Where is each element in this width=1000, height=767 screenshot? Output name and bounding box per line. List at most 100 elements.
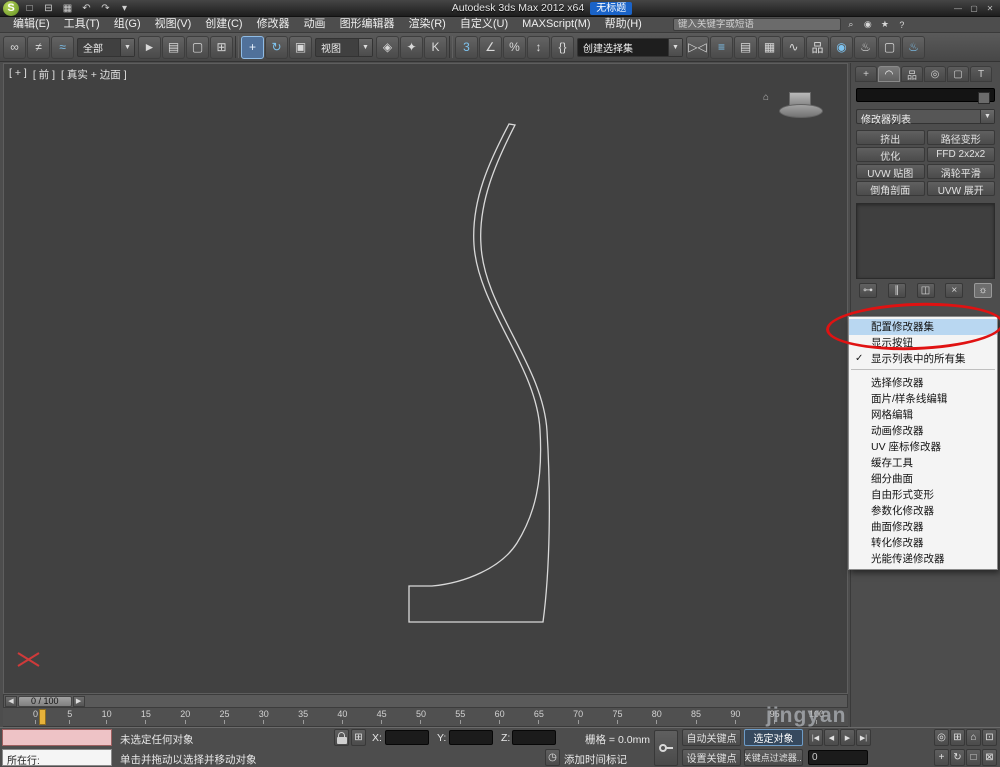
y-coordinate-field[interactable] [449, 730, 493, 745]
object-name-field[interactable] [856, 88, 995, 102]
absolute-relative-mode-icon[interactable]: ⊞ [351, 729, 366, 746]
redo-icon[interactable]: ↷ [97, 1, 114, 15]
context-menu-item[interactable]: 转化修改器 [849, 535, 997, 551]
context-menu-item[interactable]: 网格编辑 [849, 407, 997, 423]
context-menu-item[interactable]: 曲面修改器 [849, 519, 997, 535]
favorites-icon[interactable]: ★ [878, 18, 892, 31]
use-pivot-point-icon[interactable]: ◈ [376, 36, 399, 59]
prev-frame-icon[interactable]: ◀ [824, 729, 839, 746]
layer-manager-icon[interactable]: ▤ [734, 36, 757, 59]
time-slider-next-icon[interactable]: ▶ [73, 696, 85, 707]
viewport-pov-menu[interactable]: [ 前 ] [33, 67, 55, 82]
viewport-front[interactable]: [ + ] [ 前 ] [ 真实 + 边面 ] ⌂ [3, 63, 848, 694]
context-menu-item[interactable] [851, 369, 995, 373]
go-to-end-icon[interactable]: ▶| [856, 729, 871, 746]
select-and-manipulate-icon[interactable]: ✦ [400, 36, 423, 59]
zoom-region-icon[interactable]: □ [966, 749, 981, 766]
play-icon[interactable]: ▶ [840, 729, 855, 746]
selection-filter-dropdown[interactable]: 全部 ▼ [77, 38, 135, 57]
pin-stack-icon[interactable]: ⊶ [859, 283, 877, 298]
select-and-link-icon[interactable]: ∞ [3, 36, 26, 59]
zoom-icon[interactable]: ◎ [934, 729, 949, 746]
render-production-icon[interactable]: ♨ [902, 36, 925, 59]
new-file-icon[interactable]: □ [21, 1, 38, 15]
selection-lock-icon[interactable] [334, 729, 349, 746]
material-editor-icon[interactable]: ◉ [830, 36, 853, 59]
remove-modifier-icon[interactable]: × [945, 283, 963, 298]
context-menu-item[interactable]: 参数化修改器 [849, 503, 997, 519]
minimize-button[interactable]: — [951, 2, 965, 14]
zoom-extents-icon[interactable]: ⌂ [966, 729, 981, 746]
modifier-button[interactable]: 优化 [856, 147, 925, 162]
modifier-button[interactable]: 挤出 [856, 130, 925, 145]
show-end-result-icon[interactable]: ∥ [888, 283, 906, 298]
undo-icon[interactable]: ↶ [78, 1, 95, 15]
select-object-icon[interactable]: ► [138, 36, 161, 59]
set-key-button[interactable]: 设置关键点 [682, 749, 741, 766]
snap-toggle-3d-icon[interactable]: 3 [455, 36, 478, 59]
align-icon[interactable]: ≡ [710, 36, 733, 59]
context-menu-item[interactable]: 选择修改器 [849, 375, 997, 391]
open-file-icon[interactable]: ⊟ [40, 1, 57, 15]
bind-to-space-warp-icon[interactable]: ≈ [51, 36, 74, 59]
pan-icon[interactable]: + [934, 749, 949, 766]
modifier-button[interactable]: UVW 展开 [927, 181, 996, 196]
save-file-icon[interactable]: ▦ [59, 1, 76, 15]
rendered-frame-window-icon[interactable]: ▢ [878, 36, 901, 59]
context-menu-item[interactable]: 动画修改器 [849, 423, 997, 439]
curve-editor-icon[interactable]: ∿ [782, 36, 805, 59]
zoom-all-icon[interactable]: ⊞ [950, 729, 965, 746]
modify-tab[interactable]: ◠ [878, 66, 900, 82]
go-to-start-icon[interactable]: |◀ [808, 729, 823, 746]
maximize-button[interactable]: ▢ [967, 2, 981, 14]
named-selection-sets-dropdown[interactable]: 创建选择集 ▼ [577, 38, 683, 57]
time-slider-handle[interactable]: 0 / 100 [18, 696, 72, 707]
unlink-selection-icon[interactable]: ≠ [27, 36, 50, 59]
menu-item[interactable]: 图形编辑器 [333, 17, 402, 32]
search-input[interactable] [673, 18, 841, 31]
app-logo[interactable]: S [3, 1, 19, 16]
modifier-button[interactable]: FFD 2x2x2 [927, 147, 996, 162]
select-and-rotate-icon[interactable]: ↻ [265, 36, 288, 59]
menu-item[interactable]: 动画 [297, 17, 333, 32]
reference-coordinate-system-dropdown[interactable]: 视图 ▼ [315, 38, 373, 57]
mirror-icon[interactable]: ▷◁ [686, 36, 709, 59]
zoom-extents-all-icon[interactable]: ⊡ [982, 729, 997, 746]
motion-tab[interactable]: ◎ [924, 66, 946, 82]
configure-modifier-sets-icon[interactable]: ☼ [974, 283, 992, 298]
context-menu-item[interactable]: 显示按钮 [849, 335, 997, 351]
hierarchy-tab[interactable]: 品 [901, 66, 923, 82]
maxscript-listener-field[interactable]: 所在行: [2, 749, 112, 766]
viewport-canvas[interactable] [4, 64, 847, 693]
modifier-button[interactable]: 涡轮平滑 [927, 164, 996, 179]
macro-recorder-field[interactable] [2, 729, 112, 746]
context-menu-item[interactable]: UV 座标修改器 [849, 439, 997, 455]
time-position-marker[interactable] [39, 709, 46, 725]
menu-item[interactable]: 渲染(R) [402, 17, 453, 32]
menu-item[interactable]: 帮助(H) [598, 17, 649, 32]
orbit-icon[interactable]: ↻ [950, 749, 965, 766]
help-icon[interactable]: ? [895, 18, 909, 31]
menu-item[interactable]: 组(G) [107, 17, 148, 32]
viewport-general-menu[interactable]: [ + ] [9, 67, 27, 82]
object-color-swatch[interactable] [978, 92, 990, 104]
rectangular-selection-region-icon[interactable]: ▢ [186, 36, 209, 59]
modifier-button[interactable]: 路径变形 [927, 130, 996, 145]
menu-item[interactable]: 编辑(E) [6, 17, 57, 32]
modifier-button[interactable]: UVW 贴图 [856, 164, 925, 179]
auto-key-button[interactable]: 自动关键点 [682, 729, 741, 746]
keyboard-shortcut-override-icon[interactable]: K [424, 36, 447, 59]
close-button[interactable]: ✕ [983, 2, 997, 14]
context-menu-item[interactable]: 自由形式变形 [849, 487, 997, 503]
spline-object[interactable] [409, 124, 549, 622]
context-menu-item[interactable]: 光能传递修改器 [849, 551, 997, 567]
schematic-view-icon[interactable]: 品 [806, 36, 829, 59]
make-unique-icon[interactable]: ◫ [917, 283, 935, 298]
menu-item[interactable]: 工具(T) [57, 17, 107, 32]
maximize-viewport-icon[interactable]: ⊠ [982, 749, 997, 766]
menu-item[interactable]: 创建(C) [198, 17, 249, 32]
menu-item[interactable]: 视图(V) [148, 17, 199, 32]
render-setup-icon[interactable]: ♨ [854, 36, 877, 59]
add-time-tag-icon[interactable]: ◷ [545, 749, 560, 766]
create-tab[interactable]: + [855, 66, 877, 82]
